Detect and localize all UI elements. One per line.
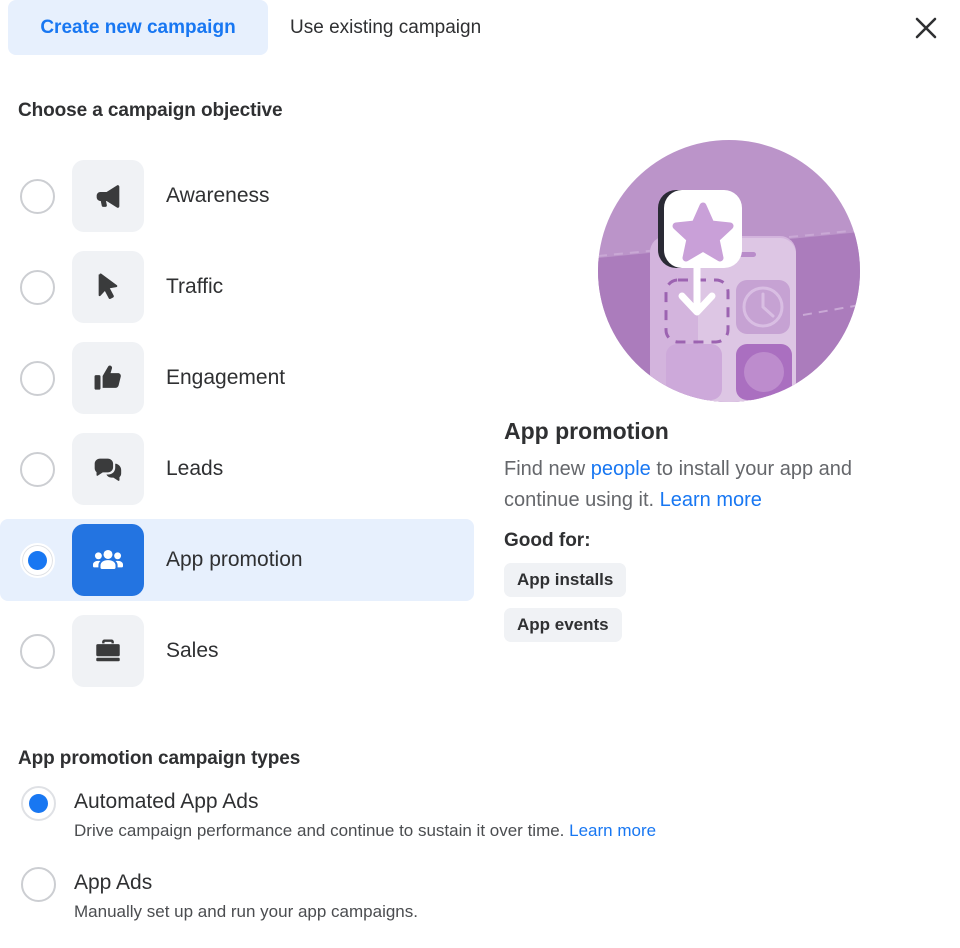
objective-info-panel: App promotion Find new people to install… — [504, 140, 944, 642]
campaign-type-desc-text-app-ads: Manually set up and run your app campaig… — [74, 902, 418, 921]
objective-label-awareness: Awareness — [166, 184, 270, 207]
campaign-type-text-automated-app-ads: Automated App Ads Drive campaign perform… — [74, 786, 656, 841]
app-install-illustration — [598, 140, 860, 402]
campaign-types-list: Automated App Ads Drive campaign perform… — [0, 786, 800, 948]
chip-app-installs: App installs — [504, 563, 627, 597]
good-for-chip-row-2: App events — [504, 597, 944, 642]
info-panel-title: App promotion — [504, 418, 669, 444]
tab-bar: Create new campaign Use existing campaig… — [0, 0, 960, 56]
radio-awareness[interactable] — [20, 178, 55, 214]
info-panel-description: Find new people to install your app and … — [504, 454, 909, 516]
thumbs-up-icon — [94, 365, 121, 390]
campaign-type-desc-automated-app-ads: Drive campaign performance and continue … — [74, 821, 656, 841]
info-desc-part1: Find new — [504, 458, 591, 480]
campaign-type-row-app-ads[interactable]: App Ads Manually set up and run your app… — [0, 867, 800, 922]
objective-list: Awareness Traffic Engagement Leads App p… — [0, 155, 474, 701]
cursor-arrow-icon — [98, 273, 118, 299]
objective-row-leads[interactable]: Leads — [0, 428, 474, 510]
objective-icon-tile-engagement — [72, 342, 144, 414]
objective-row-sales[interactable]: Sales — [0, 610, 474, 692]
objective-label-leads: Leads — [166, 457, 224, 480]
objective-row-engagement[interactable]: Engagement — [0, 337, 474, 419]
app-install-illustration-svg — [598, 140, 860, 402]
objective-row-traffic[interactable]: Traffic — [0, 246, 474, 328]
campaign-type-desc-text-automated: Drive campaign performance and continue … — [74, 821, 570, 840]
learn-more-link[interactable]: Learn more — [660, 489, 762, 511]
campaign-types-title: App promotion campaign types — [18, 748, 301, 769]
campaign-type-label-app-ads: App Ads — [74, 871, 153, 894]
campaign-type-label-automated-app-ads: Automated App Ads — [74, 790, 259, 813]
objective-label-sales: Sales — [166, 639, 219, 662]
chat-bubbles-icon — [94, 458, 122, 481]
tab-create-new-campaign-label: Create new campaign — [40, 16, 236, 38]
objective-icon-tile-awareness — [72, 160, 144, 232]
radio-app-ads[interactable] — [21, 867, 56, 902]
objective-icon-tile-leads — [72, 433, 144, 505]
campaign-type-text-app-ads: App Ads Manually set up and run your app… — [74, 867, 418, 922]
automated-app-ads-learn-more-link[interactable]: Learn more — [569, 821, 656, 840]
radio-engagement[interactable] — [20, 360, 55, 396]
close-icon — [915, 17, 937, 39]
good-for-label: Good for: — [504, 530, 591, 551]
chip-app-events: App events — [504, 608, 622, 642]
radio-leads[interactable] — [20, 451, 55, 487]
objective-icon-tile-sales — [72, 615, 144, 687]
briefcase-icon — [96, 639, 120, 662]
objective-section-title: Choose a campaign objective — [18, 100, 283, 121]
tab-use-existing-campaign-label: Use existing campaign — [290, 16, 482, 38]
radio-app-promotion[interactable] — [20, 542, 55, 578]
tab-create-new-campaign[interactable]: Create new campaign — [8, 0, 268, 55]
radio-automated-app-ads[interactable] — [21, 786, 56, 821]
campaign-type-desc-app-ads: Manually set up and run your app campaig… — [74, 902, 418, 922]
megaphone-icon — [96, 185, 120, 208]
objective-label-traffic: Traffic — [166, 275, 224, 298]
objective-label-engagement: Engagement — [166, 366, 286, 389]
campaign-type-row-automated-app-ads[interactable]: Automated App Ads Drive campaign perform… — [0, 786, 800, 841]
objective-label-app-promotion: App promotion — [166, 548, 303, 571]
close-button[interactable] — [908, 10, 944, 46]
tab-use-existing-campaign[interactable]: Use existing campaign — [290, 0, 540, 55]
objective-row-awareness[interactable]: Awareness — [0, 155, 474, 237]
people-group-icon — [93, 549, 123, 569]
radio-traffic[interactable] — [20, 269, 55, 305]
objective-icon-tile-traffic — [72, 251, 144, 323]
radio-sales[interactable] — [20, 633, 55, 669]
objective-icon-tile-app-promotion — [72, 524, 144, 596]
good-for-chip-row-1: App installs — [504, 552, 944, 597]
people-link[interactable]: people — [591, 458, 651, 480]
objective-row-app-promotion[interactable]: App promotion — [0, 519, 474, 601]
